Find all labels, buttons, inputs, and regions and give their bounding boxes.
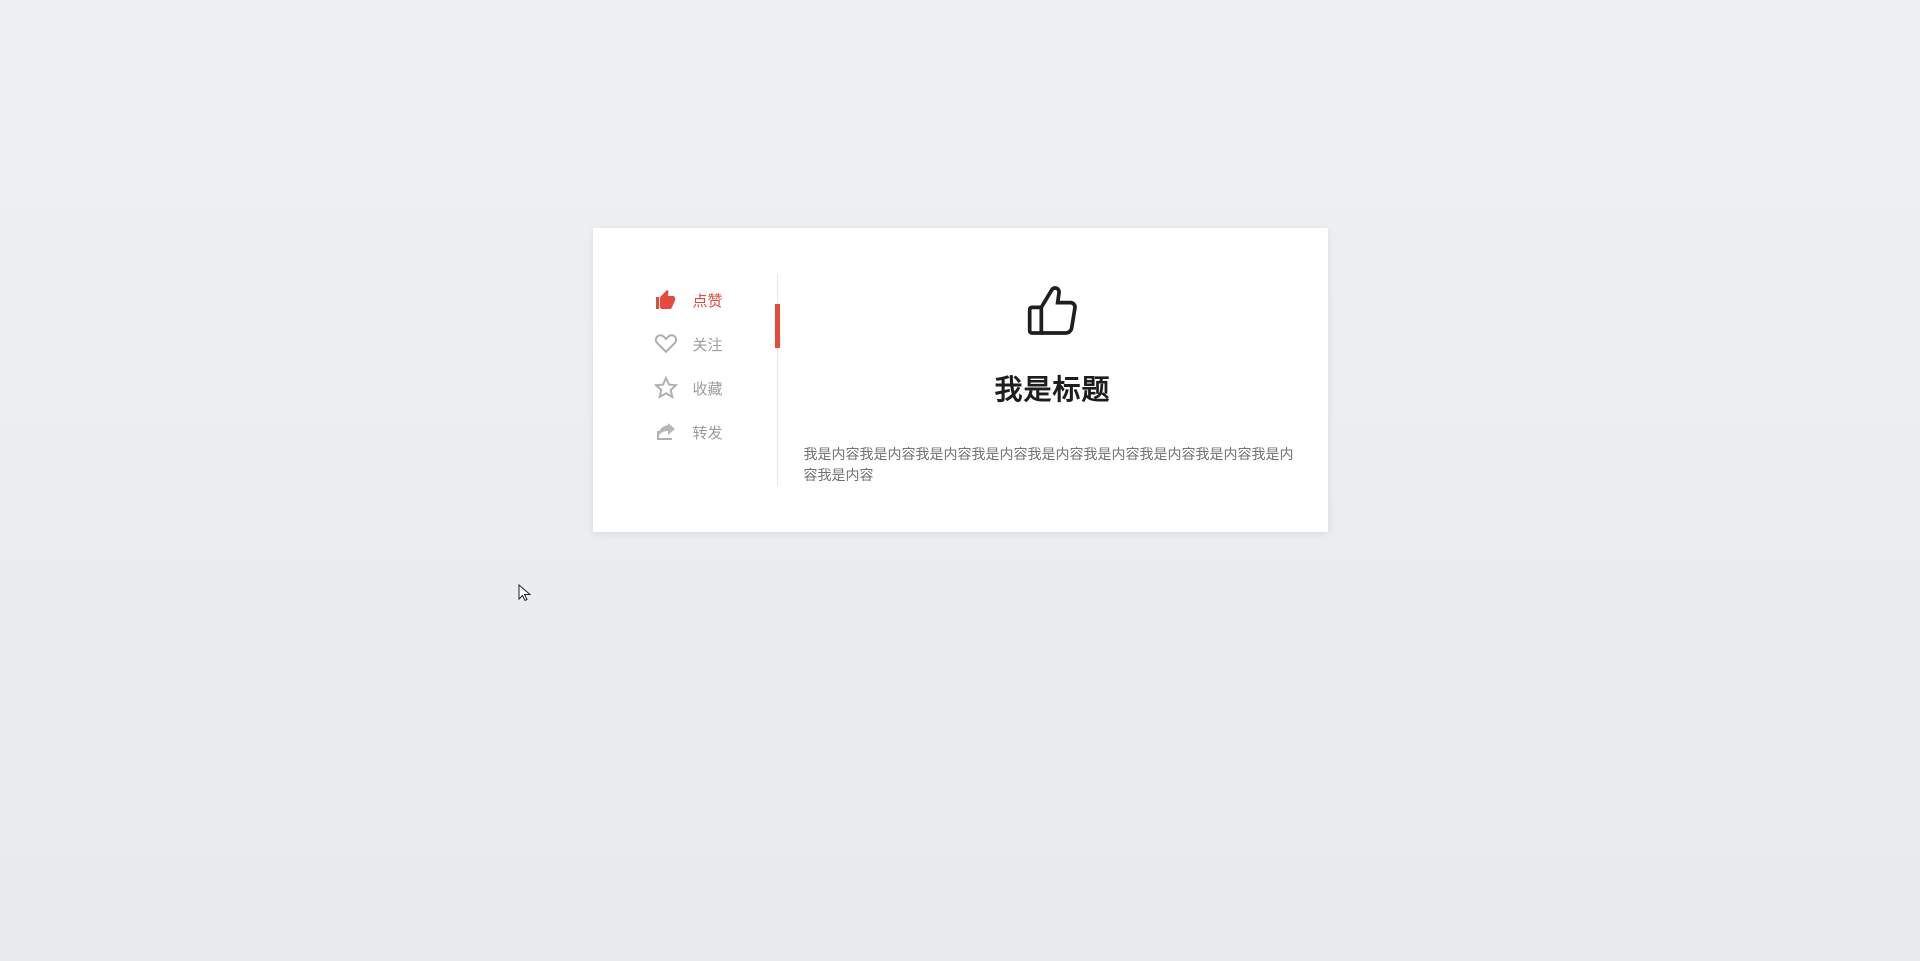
card: 点赞 关注 收藏 转发 bbox=[593, 228, 1328, 532]
tab-like-label: 点赞 bbox=[693, 290, 723, 311]
content-title: 我是标题 bbox=[994, 368, 1110, 408]
content-body: 我是内容我是内容我是内容我是内容我是内容我是内容我是内容我是内容我是内容我是内容 bbox=[804, 444, 1302, 486]
tab-favorite-label: 收藏 bbox=[693, 378, 723, 399]
tabs-divider bbox=[777, 274, 778, 486]
tabs-column: 点赞 关注 收藏 转发 bbox=[593, 274, 777, 486]
tab-favorite[interactable]: 收藏 bbox=[653, 366, 777, 410]
tab-share[interactable]: 转发 bbox=[653, 410, 777, 454]
tab-follow-label: 关注 bbox=[693, 334, 723, 355]
active-tab-indicator bbox=[775, 304, 780, 348]
heart-icon bbox=[653, 331, 679, 357]
thumbs-up-icon bbox=[653, 287, 679, 313]
mouse-cursor-icon bbox=[518, 584, 532, 602]
star-icon bbox=[653, 375, 679, 401]
thumbs-up-icon bbox=[1025, 284, 1081, 340]
tab-follow[interactable]: 关注 bbox=[653, 322, 777, 366]
content-panel: 我是标题 我是内容我是内容我是内容我是内容我是内容我是内容我是内容我是内容我是内… bbox=[778, 274, 1328, 486]
share-icon bbox=[653, 419, 679, 445]
tab-share-label: 转发 bbox=[693, 422, 723, 443]
tab-like[interactable]: 点赞 bbox=[653, 278, 777, 322]
